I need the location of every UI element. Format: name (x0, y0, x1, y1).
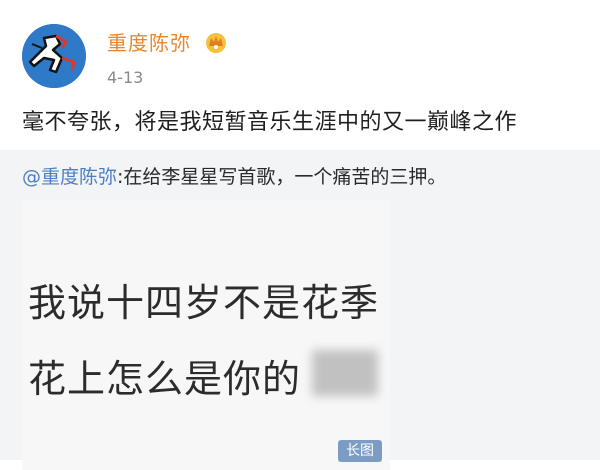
post-content: 毫不夸张，将是我短暂音乐生涯中的又一巅峰之作 (22, 110, 518, 135)
post-date: 4-13 (107, 68, 144, 87)
weibo-post: 重度陈弥 4-13 毫不夸张，将是我短暂音乐生涯中的又一巅峰之作 (0, 0, 600, 150)
image-text-line-1: 我说十四岁不是花季 (28, 281, 380, 325)
repost-mention-link[interactable]: @重度陈弥 (22, 166, 117, 188)
repost-long-image[interactable]: 我说十四岁不是花季 花上怎么是你的 长图 (22, 200, 390, 470)
avatar[interactable] (22, 24, 86, 88)
avatar-runner-illustration (22, 24, 86, 88)
long-image-badge: 长图 (338, 440, 382, 462)
blurred-text (312, 350, 378, 396)
vip-crown-icon (203, 30, 229, 54)
repost-text: :在给李星星写首歌，一个痛苦的三押。 (117, 166, 447, 188)
repost-card[interactable]: @重度陈弥:在给李星星写首歌，一个痛苦的三押。 我说十四岁不是花季 花上怎么是你… (0, 150, 600, 470)
image-text-line-2: 花上怎么是你的 (28, 357, 302, 401)
username[interactable]: 重度陈弥 (107, 30, 191, 56)
repost-text-line: @重度陈弥:在给李星星写首歌，一个痛苦的三押。 (22, 164, 446, 190)
